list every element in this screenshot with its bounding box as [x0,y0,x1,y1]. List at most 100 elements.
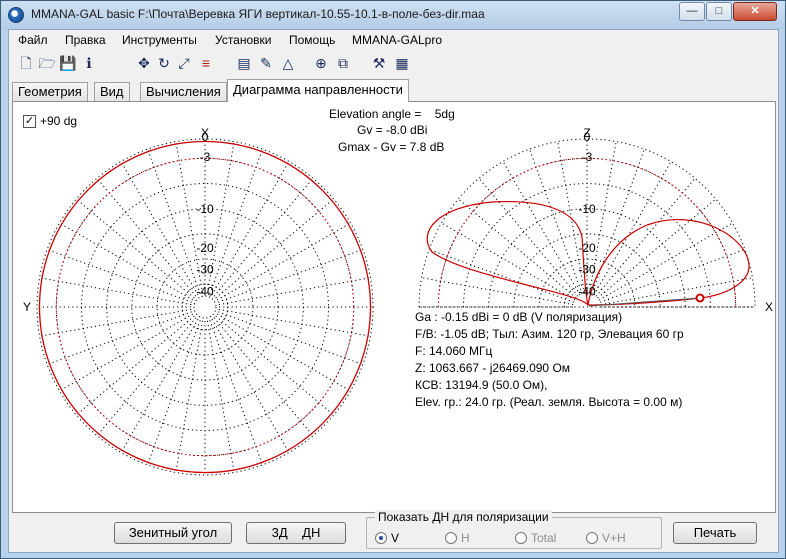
move-icon[interactable]: ✥ [135,54,153,72]
radio-h-dot[interactable] [445,532,457,544]
elevation-rear-lobe [426,200,589,306]
azimuth-spoke [213,177,314,297]
close-button[interactable]: ✕ [733,2,777,21]
menu-settings[interactable]: Установки [215,33,271,47]
polarization-group-title: Показать ДН для поляризации [375,510,552,524]
azimuth-spoke [59,222,194,301]
menu-mmana-pro[interactable]: MMANA-GALpro [352,33,442,47]
elevation-spoke [502,161,581,296]
tab-pattern[interactable]: Диаграмма направленности [227,79,409,102]
azimuth-spoke [211,318,290,453]
elevation-max-marker [695,293,705,303]
radio-v[interactable]: V [375,531,399,545]
azimuth-ring-label: -10 [196,202,214,216]
azimuth-spoke [218,308,371,337]
polarization-group: Показать ДН для поляризации V H Total V+… [366,510,662,549]
elevation-ring-label: -40 [578,285,596,299]
azimuth-spoke [211,161,290,296]
pattern-panel: X Y 0 -3 -10 -20 -30 -40 Z X 0 -3 -10 -20 -30 -40 ✓ +90… [12,101,776,513]
radio-v-label: V [391,531,400,545]
ground-line: Elev. гр.: 24.0 гр. (Реал. земля. Высота… [415,395,683,409]
copy-icon[interactable]: ⧉ [334,54,352,72]
menu-edit[interactable]: Правка [65,33,106,47]
azimuth-spoke [75,315,195,416]
swr-line: КСВ: 13194.9 (50.0 Ом), [415,378,548,392]
azimuth-spoke [96,317,197,437]
elevation-angle-text: Elevation angle = 5dg [329,107,455,121]
tab-calculations[interactable]: Вычисления [140,82,227,101]
azimuth-spoke [120,318,199,453]
radio-h[interactable]: H [445,531,470,545]
menu-file[interactable]: Файл [18,33,48,47]
azimuth-ring-label: -3 [200,150,211,164]
pencil-icon[interactable]: ✎ [257,54,275,72]
elevation-spoke [598,222,733,301]
scale-icon[interactable]: ⤢ [175,54,193,72]
elevation-spoke [597,198,717,299]
tab-strip: Геометрия Вид Вычисления Диаграмма напра… [9,79,778,102]
azimuth-ring-label: -30 [196,263,214,277]
triangle-icon[interactable]: △ [279,54,297,72]
new-file-icon[interactable]: 🗋 [17,54,35,72]
pattern-plots: XY0-3-10-20-30-40ZX0-3-10-20-30-40 [23,126,773,476]
checkbox-box[interactable]: ✓ [23,114,36,128]
gain-line: Ga : -0.15 dBi = 0 dB (V поляризация) [415,310,623,324]
azimuth-spoke [96,177,197,297]
elevation-ring-label: 0 [584,130,591,144]
azimuth-spoke [215,198,335,299]
azimuth-spoke [59,313,194,392]
menu-help[interactable]: Помощь [289,33,335,47]
title-bar[interactable]: MMANA-GAL basic F:\Почта\Веревка ЯГИ вер… [1,1,785,29]
elevation-spoke [595,177,696,297]
wire-edit-icon[interactable]: ≡ [197,54,215,72]
crosshair-icon[interactable]: ⊕ [312,54,330,72]
tab-geometry[interactable]: Геометрия [12,82,88,101]
radio-total[interactable]: Total [515,531,556,545]
3d-pattern-button[interactable]: 3Д ДН [246,522,346,544]
maximize-button[interactable]: □ [706,2,732,21]
elevation-ring-label: -3 [582,150,593,164]
azimuth-spoke [213,317,314,437]
elevation-ring-label: -10 [578,202,596,216]
radio-total-dot[interactable] [515,532,527,544]
plus90-checkbox[interactable]: ✓ +90 dg [23,114,77,128]
left-axis-y-label: Y [23,300,31,314]
elevation-spoke [478,177,579,297]
azimuth-spoke [216,222,351,301]
tools-icon[interactable]: ⚒ [370,54,388,72]
pattern-info: Ga : -0.15 dBi = 0 dB (V поляризация) F/… [415,309,684,411]
azimuth-spoke [75,198,195,299]
radio-vh-dot[interactable] [586,532,598,544]
menu-tools[interactable]: Инструменты [122,33,197,47]
client-area: Файл Правка Инструменты Установки Помощь… [8,29,779,553]
sheet-icon[interactable]: ▤ [235,54,253,72]
elevation-spoke [441,222,576,301]
info-icon[interactable]: ℹ [80,54,98,72]
toolbar: 🗋 🗁 💾 ℹ ✥ ↻ ⤢ ≡ ▤ ✎ △ ⊕ ⧉ ⚒ ▦ [9,52,778,76]
azimuth-ring-label: 0 [202,130,209,144]
elevation-ring-label: -20 [578,241,596,255]
azimuth-grid-ring [193,295,217,319]
menu-bar: Файл Правка Инструменты Установки Помощь… [9,30,778,50]
save-icon[interactable]: 💾 [59,54,77,72]
azimuth-grid-ring [131,233,279,381]
radio-vh-label: V+H [602,531,626,545]
rotate-icon[interactable]: ↻ [155,54,173,72]
elevation-spoke [593,161,672,296]
print-button[interactable]: Печать [673,522,757,544]
radio-h-label: H [461,531,470,545]
plus90-label: +90 dg [40,114,78,128]
azimuth-spoke [120,161,199,296]
radio-vh[interactable]: V+H [586,531,626,545]
radio-v-dot[interactable] [375,532,387,544]
zenith-angle-button[interactable]: Зенитный угол [114,522,232,544]
calculator-icon[interactable]: ▦ [393,54,411,72]
frequency-line: F: 14.060 МГц [415,344,493,358]
open-folder-icon[interactable]: 🗁 [38,54,56,72]
azimuth-spoke [218,277,371,306]
azimuth-grid-ring [36,138,374,476]
minimize-button[interactable]: — [679,2,705,21]
azimuth-ring-label: -20 [196,241,214,255]
right-axis-x-label: X [765,300,773,314]
tab-view[interactable]: Вид [94,82,130,101]
